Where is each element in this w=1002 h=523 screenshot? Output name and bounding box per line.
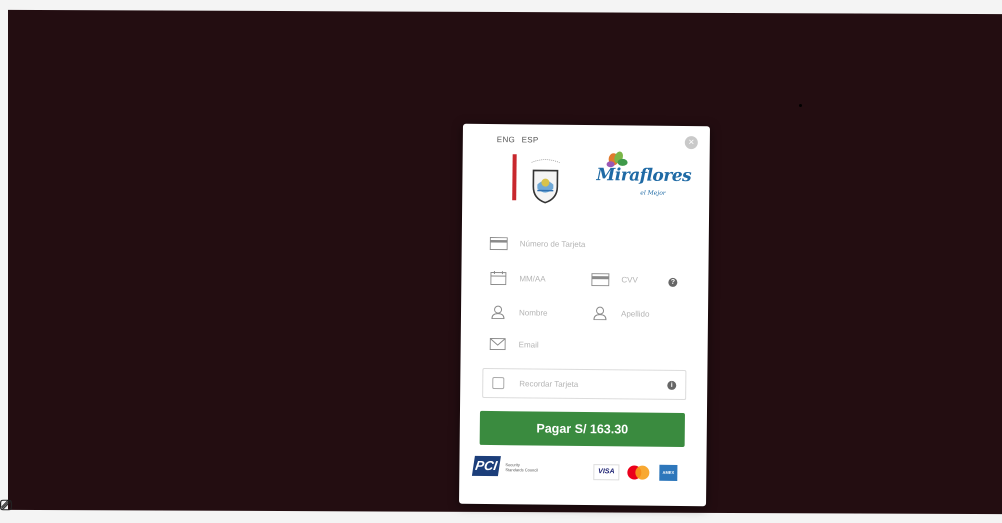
last-name-field[interactable]: Apellido <box>591 302 681 325</box>
remember-card-label[interactable]: Recordar Tarjeta <box>519 379 578 389</box>
last-name-placeholder: Apellido <box>620 308 650 319</box>
envelope-icon <box>489 337 507 351</box>
expiry-field[interactable]: MM/AA <box>489 267 579 290</box>
remember-info-icon[interactable]: i <box>667 380 677 390</box>
brand-tagline: el Mejor <box>640 189 666 197</box>
pay-button[interactable]: Pagar S/ 163.30 <box>479 410 685 448</box>
card-number-field[interactable]: Número de Tarjeta <box>489 232 680 256</box>
first-name-placeholder: Nombre <box>518 307 548 318</box>
card-number-placeholder: Número de Tarjeta <box>519 238 586 249</box>
credit-card-icon <box>489 236 508 250</box>
email-field[interactable]: Email <box>489 333 679 357</box>
visa-logo: VISA <box>593 464 620 481</box>
language-eng[interactable]: ENG <box>497 135 515 144</box>
language-switch: ENG ESP <box>497 135 543 144</box>
accepted-cards: VISA AMEX <box>593 463 683 482</box>
remember-card-row: Recordar Tarjeta i <box>482 367 687 401</box>
cvv-field[interactable]: CVV <box>591 268 661 291</box>
amex-logo: AMEX <box>659 464 678 481</box>
expiry-placeholder: MM/AA <box>519 273 546 284</box>
user-icon <box>489 305 507 320</box>
remember-card-checkbox[interactable] <box>492 377 505 390</box>
card-back-icon <box>591 272 610 286</box>
user-icon <box>591 306 609 321</box>
pci-badge: PCI Security Standards Council <box>471 455 553 479</box>
miraflores-logo: Miraflores el Mejor <box>596 151 691 208</box>
cvv-help-icon[interactable]: ? <box>668 277 678 287</box>
calendar-icon <box>489 271 507 286</box>
email-placeholder: Email <box>518 339 539 350</box>
pci-logo: PCI <box>471 455 501 477</box>
brand-wordmark: Miraflores <box>596 165 692 187</box>
close-icon[interactable]: × <box>684 136 698 150</box>
corner-mark-icon: ⎚ <box>0 496 13 514</box>
cvv-placeholder: CVV <box>621 274 638 285</box>
pci-caption: Security Standards Council <box>505 462 538 472</box>
brand-bar <box>512 154 517 201</box>
payment-modal: ENG ESP × Miraflores el Mejor Número de … <box>459 123 710 507</box>
merchant-logos: Miraflores el Mejor <box>512 150 691 208</box>
language-esp[interactable]: ESP <box>522 135 539 144</box>
first-name-field[interactable]: Nombre <box>489 301 579 324</box>
mastercard-logo <box>625 464 651 480</box>
municipal-shield-icon <box>531 159 560 204</box>
pci-caption-line-2: Standards Council <box>505 467 539 473</box>
dust-speck <box>799 104 802 107</box>
